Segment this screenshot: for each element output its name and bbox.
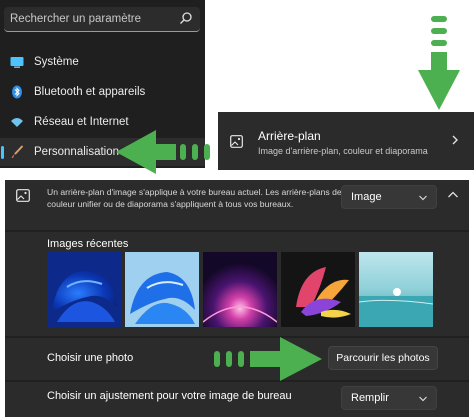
recent-image-thumbnail[interactable]	[125, 252, 199, 327]
recent-image-thumbnail[interactable]	[47, 252, 121, 327]
background-type-row: Un arrière-plan d'image s'applique à vot…	[5, 180, 469, 230]
sidebar-item-label: Réseau et Internet	[34, 116, 129, 128]
select-value: Image	[351, 191, 382, 203]
chevron-right-icon[interactable]	[447, 132, 463, 148]
background-type-select[interactable]: Image	[341, 185, 437, 209]
annotation-arrow-right	[214, 337, 322, 381]
annotation-arrow-left	[116, 130, 210, 174]
recent-image-thumbnail[interactable]	[281, 252, 355, 327]
recent-image-thumbnail[interactable]	[203, 252, 277, 327]
background-description: Un arrière-plan d'image s'applique à vot…	[47, 187, 342, 209]
image-icon	[16, 189, 30, 202]
chevron-down-icon	[419, 396, 427, 402]
chevron-up-icon[interactable]	[446, 188, 460, 202]
recent-image-thumbnail[interactable]	[359, 252, 433, 327]
sidebar-item-bluetooth[interactable]: Bluetooth et appareils	[0, 78, 205, 106]
recent-images-label: Images récentes	[47, 238, 129, 250]
search-icon[interactable]	[179, 11, 193, 25]
sidebar-item-label: Système	[34, 56, 79, 68]
chevron-down-icon	[419, 195, 427, 201]
background-settings-card[interactable]: Arrière-plan Image d'arrière-plan, coule…	[218, 112, 474, 170]
fit-label: Choisir un ajustement pour votre image d…	[47, 390, 292, 402]
image-icon	[230, 135, 243, 148]
paintbrush-icon	[11, 145, 24, 158]
wifi-icon	[11, 118, 23, 127]
fit-row: Choisir un ajustement pour votre image d…	[5, 382, 469, 417]
fit-select[interactable]: Remplir	[341, 386, 437, 410]
search-input[interactable]	[4, 7, 180, 30]
sidebar-item-label: Bluetooth et appareils	[34, 86, 146, 98]
card-subtitle: Image d'arrière-plan, couleur et diapora…	[258, 146, 428, 156]
annotation-arrow-down	[418, 16, 460, 110]
choose-photo-label: Choisir une photo	[47, 352, 134, 364]
sidebar-item-label: Personnalisation	[34, 146, 120, 158]
active-indicator	[1, 146, 4, 159]
search-box[interactable]	[4, 7, 200, 32]
browse-photos-button[interactable]: Parcourir les photos	[328, 346, 438, 370]
card-title: Arrière-plan	[258, 129, 321, 143]
recent-images-row: Images récentes	[5, 232, 469, 336]
monitor-icon	[10, 57, 24, 68]
bluetooth-icon	[12, 85, 22, 99]
select-value: Remplir	[351, 392, 389, 404]
sidebar-item-systeme[interactable]: Système	[0, 48, 205, 76]
browse-photos-label: Parcourir les photos	[336, 352, 430, 364]
